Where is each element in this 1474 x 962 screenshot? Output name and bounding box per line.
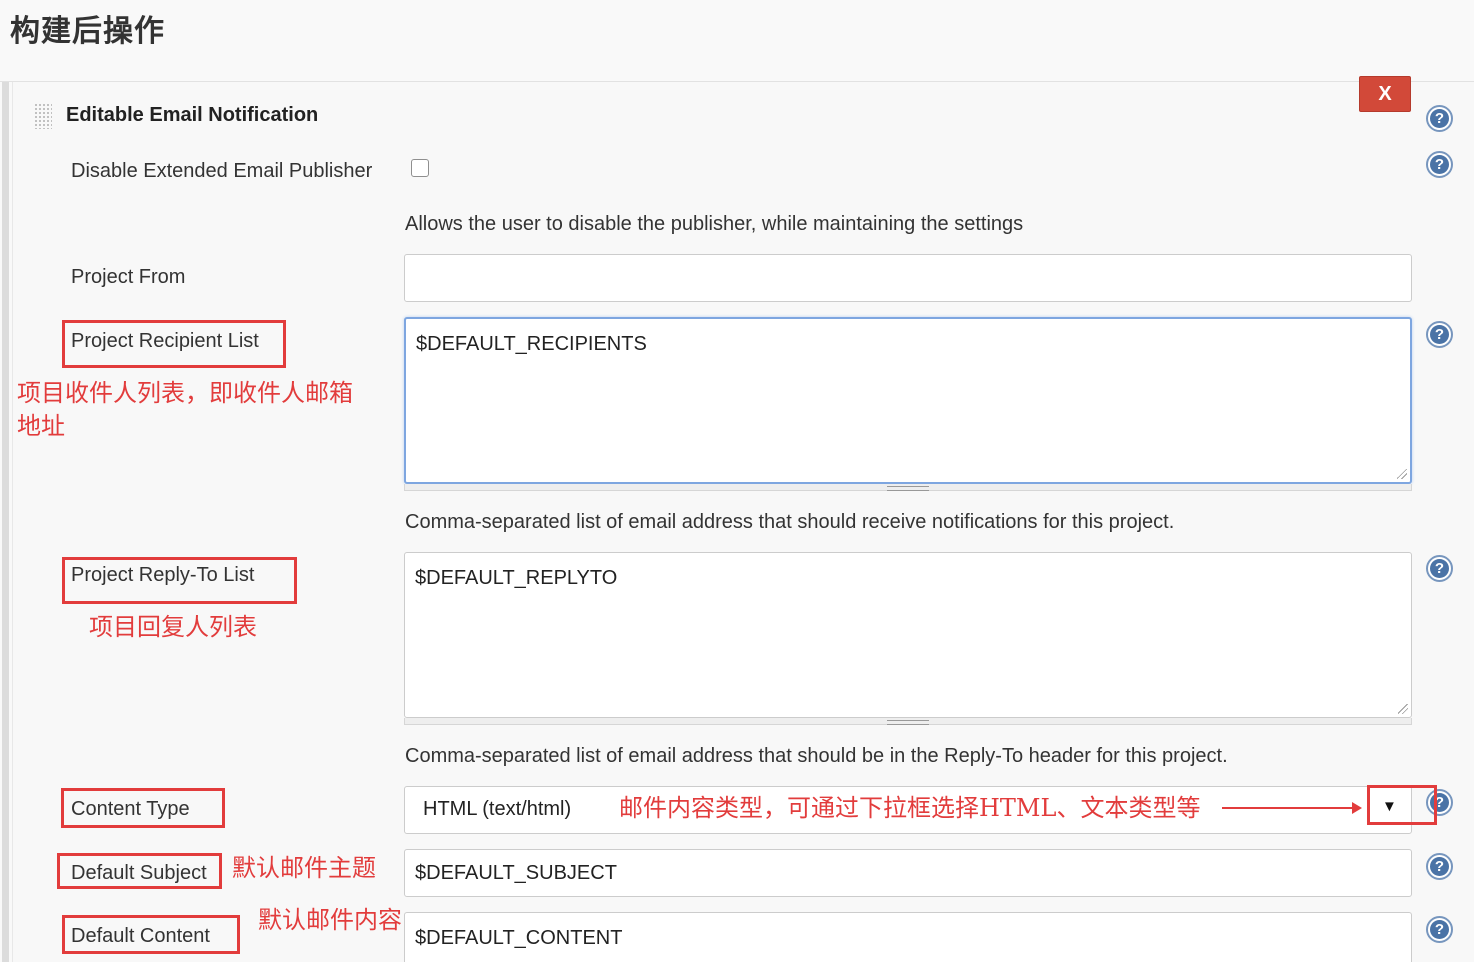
- recipient-list-value: $DEFAULT_RECIPIENTS: [416, 333, 647, 355]
- recipient-textarea-splitter[interactable]: [404, 484, 1412, 491]
- resize-handle-icon[interactable]: [1397, 469, 1407, 479]
- reply-to-list-value: $DEFAULT_REPLYTO: [415, 567, 618, 589]
- drag-handle-icon[interactable]: [34, 103, 52, 129]
- help-icon[interactable]: [1426, 853, 1453, 880]
- reply-to-list-textarea[interactable]: $DEFAULT_REPLYTO: [404, 552, 1412, 718]
- resize-handle-icon[interactable]: [1398, 704, 1408, 714]
- reply-to-list-label: Project Reply-To List: [71, 564, 255, 586]
- page-title: 构建后操作: [10, 14, 165, 49]
- section-title: Editable Email Notification: [66, 104, 319, 126]
- recipient-list-description: Comma-separated list of email address th…: [405, 511, 1175, 533]
- default-content-textarea[interactable]: $DEFAULT_CONTENT: [404, 912, 1412, 962]
- help-icon[interactable]: [1426, 151, 1453, 178]
- recipient-annotation-line1: 项目收件人列表，即收件人邮箱: [17, 379, 353, 407]
- recipient-list-textarea[interactable]: $DEFAULT_RECIPIENTS: [404, 317, 1412, 484]
- delete-section-button[interactable]: X: [1359, 76, 1411, 112]
- help-icon[interactable]: [1426, 916, 1453, 943]
- disable-publisher-description: Allows the user to disable the publisher…: [405, 213, 1024, 235]
- reply-to-annotation: 项目回复人列表: [89, 613, 257, 641]
- content-type-annotation: 邮件内容类型，可通过下拉框选择HTML、文本类型等: [619, 794, 1201, 822]
- default-subject-label: Default Subject: [71, 862, 207, 884]
- annotation-arrow-head: [1352, 802, 1362, 814]
- default-subject-input[interactable]: $DEFAULT_SUBJECT: [404, 849, 1412, 897]
- disable-publisher-checkbox[interactable]: [411, 159, 429, 177]
- recipient-annotation-line2: 地址: [17, 412, 65, 440]
- left-section-bar: [2, 82, 9, 962]
- reply-to-textarea-splitter[interactable]: [404, 718, 1412, 725]
- default-content-label: Default Content: [71, 925, 210, 947]
- help-icon[interactable]: [1426, 105, 1453, 132]
- content-annotation: 默认邮件内容: [258, 906, 402, 934]
- dropdown-highlight: [1367, 785, 1437, 825]
- disable-publisher-label: Disable Extended Email Publisher: [71, 160, 373, 182]
- subject-annotation: 默认邮件主题: [232, 854, 376, 882]
- help-icon[interactable]: [1426, 555, 1453, 582]
- help-icon[interactable]: [1426, 321, 1453, 348]
- content-type-selected-value: HTML (text/html): [423, 798, 572, 820]
- annotation-arrow-line: [1222, 807, 1358, 809]
- project-from-input[interactable]: [404, 254, 1412, 302]
- recipient-list-label: Project Recipient List: [71, 330, 259, 352]
- project-from-label: Project From: [71, 266, 186, 288]
- reply-to-list-description: Comma-separated list of email address th…: [405, 745, 1228, 767]
- content-type-label: Content Type: [71, 798, 190, 820]
